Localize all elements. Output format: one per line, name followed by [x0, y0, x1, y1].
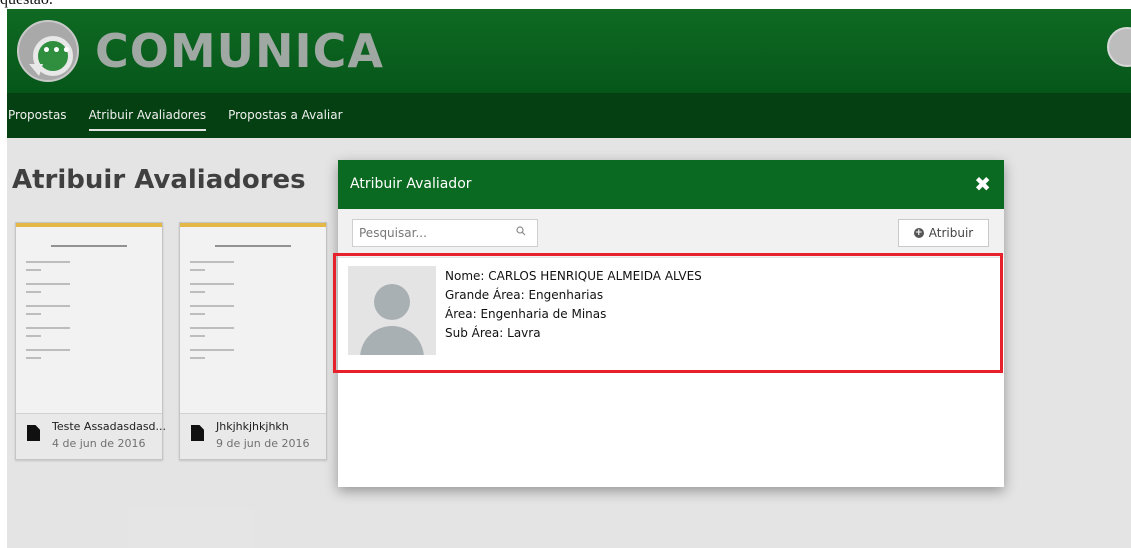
nav-propostas[interactable]: Propostas	[8, 93, 67, 138]
top-header: ••• COMUNICA	[7, 9, 1131, 93]
modal-title: Atribuir Avaliador	[350, 176, 472, 192]
assign-evaluator-modal: Atribuir Avaliador ✖ + Atribuir Nome: CA…	[333, 160, 1004, 487]
evaluator-list-item[interactable]: Nome: CARLOS HENRIQUE ALMEIDA ALVES Gran…	[333, 253, 1003, 373]
brand-logo[interactable]: ••• COMUNICA	[17, 20, 384, 82]
app-screen: questão. ••• COMUNICA Propostas Atribuir…	[0, 0, 1131, 548]
avatar-placeholder-icon	[348, 266, 436, 355]
modal-header: Atribuir Avaliador ✖	[338, 160, 1004, 209]
nav-propostas-a-avaliar[interactable]: Propostas a Avaliar	[228, 93, 342, 138]
chat-bubble-icon: •••	[17, 20, 79, 82]
evaluator-sub-area: Sub Área: Lavra	[445, 326, 541, 340]
assign-button-label: Atribuir	[928, 226, 974, 240]
user-avatar-icon[interactable]	[1107, 27, 1131, 67]
brand-name: COMUNICA	[95, 24, 384, 78]
evaluator-area: Área: Engenharia de Minas	[445, 307, 607, 321]
close-icon[interactable]: ✖	[974, 173, 991, 195]
caption-fragment: questão.	[0, 0, 53, 9]
search-input[interactable]	[352, 219, 538, 247]
evaluator-grande-area: Grande Área: Engenharias	[445, 288, 604, 302]
search-icon	[516, 226, 526, 236]
plus-circle-icon: +	[913, 228, 924, 238]
logo-dots: •••	[42, 43, 72, 59]
main-navigation: Propostas Atribuir Avaliadores Propostas…	[7, 93, 1131, 138]
evaluator-details: Nome: CARLOS HENRIQUE ALMEIDA ALVES Gran…	[445, 267, 702, 343]
evaluator-name: Nome: CARLOS HENRIQUE ALMEIDA ALVES	[445, 269, 702, 283]
assign-button[interactable]: + Atribuir	[898, 219, 989, 247]
nav-atribuir-avaliadores[interactable]: Atribuir Avaliadores	[88, 93, 206, 138]
modal-toolbar: + Atribuir	[338, 209, 1004, 258]
